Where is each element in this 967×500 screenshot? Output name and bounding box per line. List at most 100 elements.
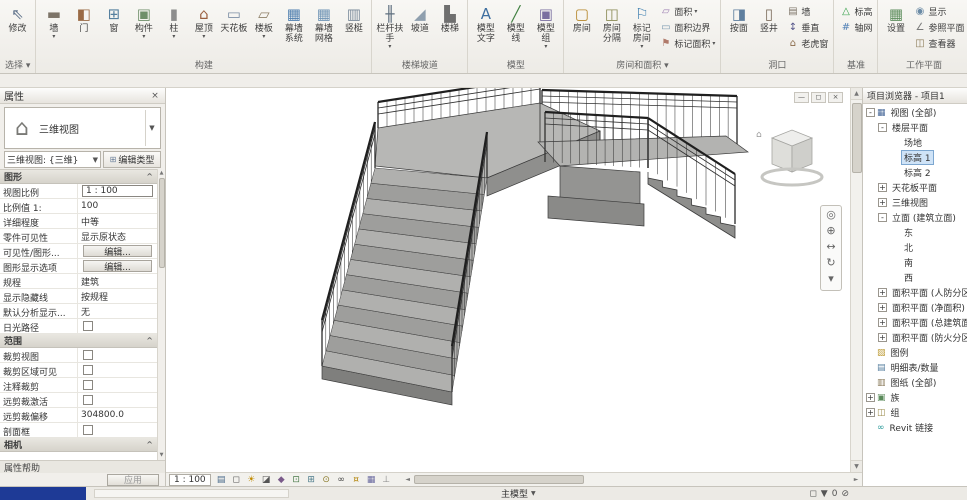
shadows-icon[interactable]: ◪ bbox=[259, 474, 274, 486]
ref-plane-button[interactable]: ∠参照平面 bbox=[911, 20, 966, 35]
tag-room-button[interactable]: ⚐标记 房间▾ bbox=[627, 1, 656, 59]
column-button[interactable]: ▮柱▾ bbox=[159, 1, 188, 59]
dormer-button[interactable]: ⌂老虎窗 bbox=[784, 36, 830, 51]
modify-cursor-button[interactable]: ⇖修改 bbox=[3, 1, 32, 59]
scroll-down-icon[interactable]: ▼ bbox=[158, 451, 166, 460]
scrollbar-thumb[interactable] bbox=[852, 103, 862, 173]
crop-region-icon[interactable]: ⊞ bbox=[304, 474, 319, 486]
property-value[interactable]: 304800.0 bbox=[78, 408, 157, 422]
checkbox[interactable] bbox=[83, 321, 93, 331]
room-button[interactable]: ▢房间 bbox=[567, 1, 596, 59]
property-value[interactable] bbox=[78, 363, 157, 377]
set-workplane-button[interactable]: ▦设置 bbox=[881, 1, 910, 59]
property-value[interactable]: 无 bbox=[78, 304, 157, 318]
expand-icon[interactable]: + bbox=[878, 303, 887, 312]
temp-view-icon[interactable]: ▦ bbox=[364, 474, 379, 486]
close-icon[interactable]: × bbox=[149, 91, 161, 101]
tree-item[interactable]: 东 bbox=[863, 225, 967, 240]
zoom-icon[interactable]: ⊕ bbox=[826, 225, 835, 237]
property-value[interactable]: 按规程 bbox=[78, 289, 157, 303]
vertical-opening-button[interactable]: ↕垂直 bbox=[784, 20, 830, 35]
edit-button[interactable]: 编辑... bbox=[83, 260, 152, 272]
properties-help[interactable]: 属性帮助 bbox=[0, 460, 165, 473]
expand-icon[interactable]: + bbox=[878, 183, 887, 192]
shaft-button[interactable]: ▯竖井 bbox=[754, 1, 783, 59]
stair-button[interactable]: ▙楼梯 bbox=[435, 1, 464, 59]
checkbox[interactable] bbox=[83, 350, 93, 360]
tree-item[interactable]: +▣族 bbox=[863, 390, 967, 405]
drawing-area[interactable]: ⌂ —◻× ◎⊕↔↻▾ ▲ ▼ 1 : 100 ▤◻☀◪◆⊡⊞⊙∞¤▦⊥ ◄ ► bbox=[166, 88, 862, 486]
design-option-dropdown[interactable]: 主模型 ▼ bbox=[501, 487, 536, 500]
grid-button[interactable]: #轴网 bbox=[837, 20, 874, 35]
tree-item[interactable]: ▧图例 bbox=[863, 345, 967, 360]
pan-icon[interactable]: ↔ bbox=[826, 241, 835, 253]
tree-item[interactable]: ▤明细表/数量 bbox=[863, 360, 967, 375]
expand-icon[interactable]: + bbox=[866, 393, 875, 402]
expand-icon[interactable]: + bbox=[878, 288, 887, 297]
tree-item[interactable]: 标高 1 bbox=[863, 150, 967, 165]
tree-item[interactable]: 标高 2 bbox=[863, 165, 967, 180]
level-button[interactable]: △标高 bbox=[837, 4, 874, 19]
property-value[interactable] bbox=[78, 378, 157, 392]
tree-item[interactable]: +面积平面 (净面积) bbox=[863, 300, 967, 315]
scroll-right-icon[interactable]: ► bbox=[850, 476, 862, 483]
close-view-icon[interactable]: × bbox=[828, 92, 843, 103]
expand-icon[interactable]: + bbox=[878, 318, 887, 327]
tree-item[interactable]: 南 bbox=[863, 255, 967, 270]
chevron-down-icon[interactable]: ▼ bbox=[145, 110, 158, 146]
mullion-button[interactable]: ▥竖梃 bbox=[339, 1, 368, 59]
reveal-hidden-icon[interactable]: ¤ bbox=[349, 474, 364, 486]
scrollbar-thumb[interactable] bbox=[159, 178, 165, 268]
opening-by-face-button[interactable]: ◨按面 bbox=[724, 1, 753, 59]
collapse-icon[interactable]: - bbox=[866, 108, 875, 117]
checkbox[interactable] bbox=[83, 365, 93, 375]
property-value[interactable]: 编辑... bbox=[78, 259, 157, 273]
property-value[interactable] bbox=[78, 423, 157, 437]
curtain-grid-button[interactable]: ▦幕墙 网格 bbox=[309, 1, 338, 59]
area-button[interactable]: ▱面积▾ bbox=[657, 4, 717, 19]
collapse-icon[interactable]: - bbox=[878, 123, 887, 132]
show-workplane-button[interactable]: ◉显示 bbox=[911, 4, 966, 19]
scrollbar-thumb[interactable] bbox=[414, 475, 584, 484]
edit-button[interactable]: 编辑... bbox=[83, 245, 152, 257]
select-toggle-icon[interactable]: ⊘ bbox=[841, 489, 849, 499]
tree-item[interactable]: +天花板平面 bbox=[863, 180, 967, 195]
lock-3d-icon[interactable]: ⊙ bbox=[319, 474, 334, 486]
window-button[interactable]: ⊞窗 bbox=[99, 1, 128, 59]
tree-item[interactable]: +三维视图 bbox=[863, 195, 967, 210]
expand-icon[interactable]: + bbox=[866, 408, 875, 417]
collapse-icon[interactable]: - bbox=[878, 213, 887, 222]
property-value[interactable] bbox=[78, 393, 157, 407]
property-value[interactable]: 编辑... bbox=[78, 244, 157, 258]
checkbox[interactable] bbox=[83, 425, 93, 435]
property-section-header[interactable]: 相机^ bbox=[0, 438, 157, 452]
detail-level-icon[interactable]: ▤ bbox=[214, 474, 229, 486]
tree-item[interactable]: +面积平面 (总建筑面积) bbox=[863, 315, 967, 330]
orbit-icon[interactable]: ↻ bbox=[826, 257, 835, 269]
component-button[interactable]: ▣构件▾ bbox=[129, 1, 158, 59]
render-icon[interactable]: ◆ bbox=[274, 474, 289, 486]
restore-view-icon[interactable]: ◻ bbox=[811, 92, 826, 103]
property-value[interactable]: 中等 bbox=[78, 214, 157, 228]
scroll-down-icon[interactable]: ▼ bbox=[851, 460, 863, 472]
scroll-up-icon[interactable]: ▲ bbox=[158, 169, 166, 178]
wall-opening-button[interactable]: ▤墙 bbox=[784, 4, 830, 19]
apply-button[interactable]: 应用 bbox=[107, 474, 159, 486]
3d-model-canvas[interactable]: ⌂ bbox=[166, 88, 850, 472]
scroll-up-icon[interactable]: ▲ bbox=[851, 88, 863, 100]
visual-style-icon[interactable]: ◻ bbox=[229, 474, 244, 486]
property-value[interactable]: 显示原状态 bbox=[78, 229, 157, 243]
filter-icon[interactable]: ▼ bbox=[821, 489, 828, 499]
property-value[interactable] bbox=[78, 348, 157, 362]
checkbox[interactable] bbox=[83, 395, 93, 405]
property-value[interactable] bbox=[78, 319, 157, 333]
property-value[interactable]: 1 : 100 bbox=[78, 184, 157, 198]
crop-view-icon[interactable]: ⊡ bbox=[289, 474, 304, 486]
tree-item[interactable]: 场地 bbox=[863, 135, 967, 150]
constraints-icon[interactable]: ⊥ bbox=[379, 474, 394, 486]
model-group-button[interactable]: ▣模型 组▾ bbox=[531, 1, 560, 59]
property-value[interactable]: 建筑 bbox=[78, 274, 157, 288]
sun-path-icon[interactable]: ☀ bbox=[244, 474, 259, 486]
minimize-view-icon[interactable]: — bbox=[794, 92, 809, 103]
navbar-more-icon[interactable]: ▾ bbox=[828, 273, 834, 285]
